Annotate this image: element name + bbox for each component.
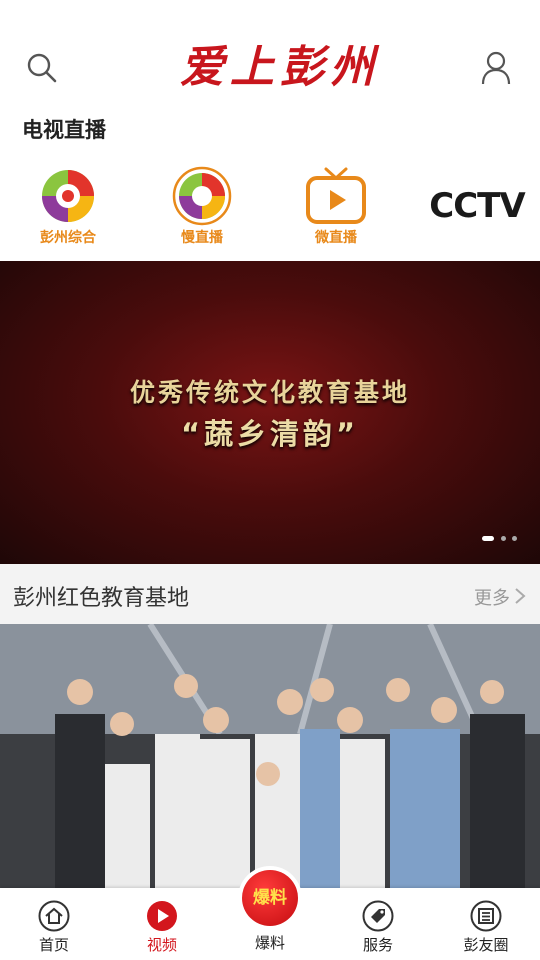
tab-service[interactable]: 服务 bbox=[324, 888, 432, 960]
pager-dot bbox=[512, 536, 517, 541]
section-title: 彭州红色教育基地 bbox=[13, 586, 190, 611]
baoliao-badge: 爆料 bbox=[242, 870, 298, 926]
top-header: 爱上彭州 bbox=[0, 0, 540, 110]
user-icon[interactable] bbox=[480, 50, 512, 86]
app-page: 爱上彭州 电视直播 彭州综合 慢直播 微直播 CCTV 优秀传统文化教育基地 “… bbox=[0, 0, 540, 960]
pengzhou-channel-logo-icon bbox=[42, 170, 94, 222]
video-thumbnail[interactable] bbox=[0, 624, 540, 888]
play-icon bbox=[147, 901, 177, 931]
chevron-right-icon[interactable] bbox=[514, 587, 526, 605]
tab-community[interactable]: 彭友圈 bbox=[432, 888, 540, 960]
news-icon bbox=[470, 900, 502, 932]
pager-dot-active bbox=[482, 536, 494, 541]
red-education-section-header: 彭州红色教育基地 更多 bbox=[0, 564, 540, 624]
banner-title-line2: “蔬乡清韵” bbox=[180, 417, 360, 451]
live-section-title: 电视直播 bbox=[22, 118, 106, 142]
tab-label: 视频 bbox=[146, 936, 177, 954]
channel-micro-live[interactable]: 微直播 bbox=[276, 160, 396, 256]
tab-home[interactable]: 首页 bbox=[0, 888, 108, 960]
search-icon[interactable] bbox=[26, 52, 58, 84]
video-scene-image bbox=[0, 624, 540, 888]
channel-slow-live[interactable]: 慢直播 bbox=[142, 160, 262, 256]
baoliao-button[interactable]: 爆料 bbox=[238, 866, 302, 930]
channel-cctv-logo: CCTV bbox=[429, 186, 525, 226]
tab-label: 服务 bbox=[362, 936, 393, 954]
pager-dot bbox=[501, 536, 506, 541]
slow-live-logo-icon bbox=[172, 166, 232, 226]
tag-icon bbox=[362, 900, 394, 932]
banner-title-line1: 优秀传统文化教育基地 bbox=[129, 378, 410, 407]
app-logo: 爱上彭州 bbox=[180, 42, 380, 93]
tab-video[interactable]: 视频 bbox=[108, 888, 216, 960]
more-link[interactable]: 更多 bbox=[474, 584, 510, 610]
channel-label: 慢直播 bbox=[181, 230, 223, 246]
channel-label: 微直播 bbox=[315, 230, 357, 246]
tv-play-icon bbox=[306, 167, 366, 224]
home-icon bbox=[38, 900, 70, 932]
live-channel-list: 彭州综合 慢直播 微直播 CCTV bbox=[0, 160, 540, 256]
tab-label: 首页 bbox=[38, 936, 69, 954]
channel-label: 彭州综合 bbox=[40, 230, 96, 246]
channel-pengzhou[interactable]: 彭州综合 bbox=[8, 160, 128, 256]
featured-banner[interactable]: 优秀传统文化教育基地 “蔬乡清韵” bbox=[0, 261, 540, 564]
channel-cctv[interactable]: CCTV bbox=[412, 160, 532, 256]
tab-label: 彭友圈 bbox=[463, 936, 509, 954]
tab-label: 爆料 bbox=[254, 934, 285, 952]
